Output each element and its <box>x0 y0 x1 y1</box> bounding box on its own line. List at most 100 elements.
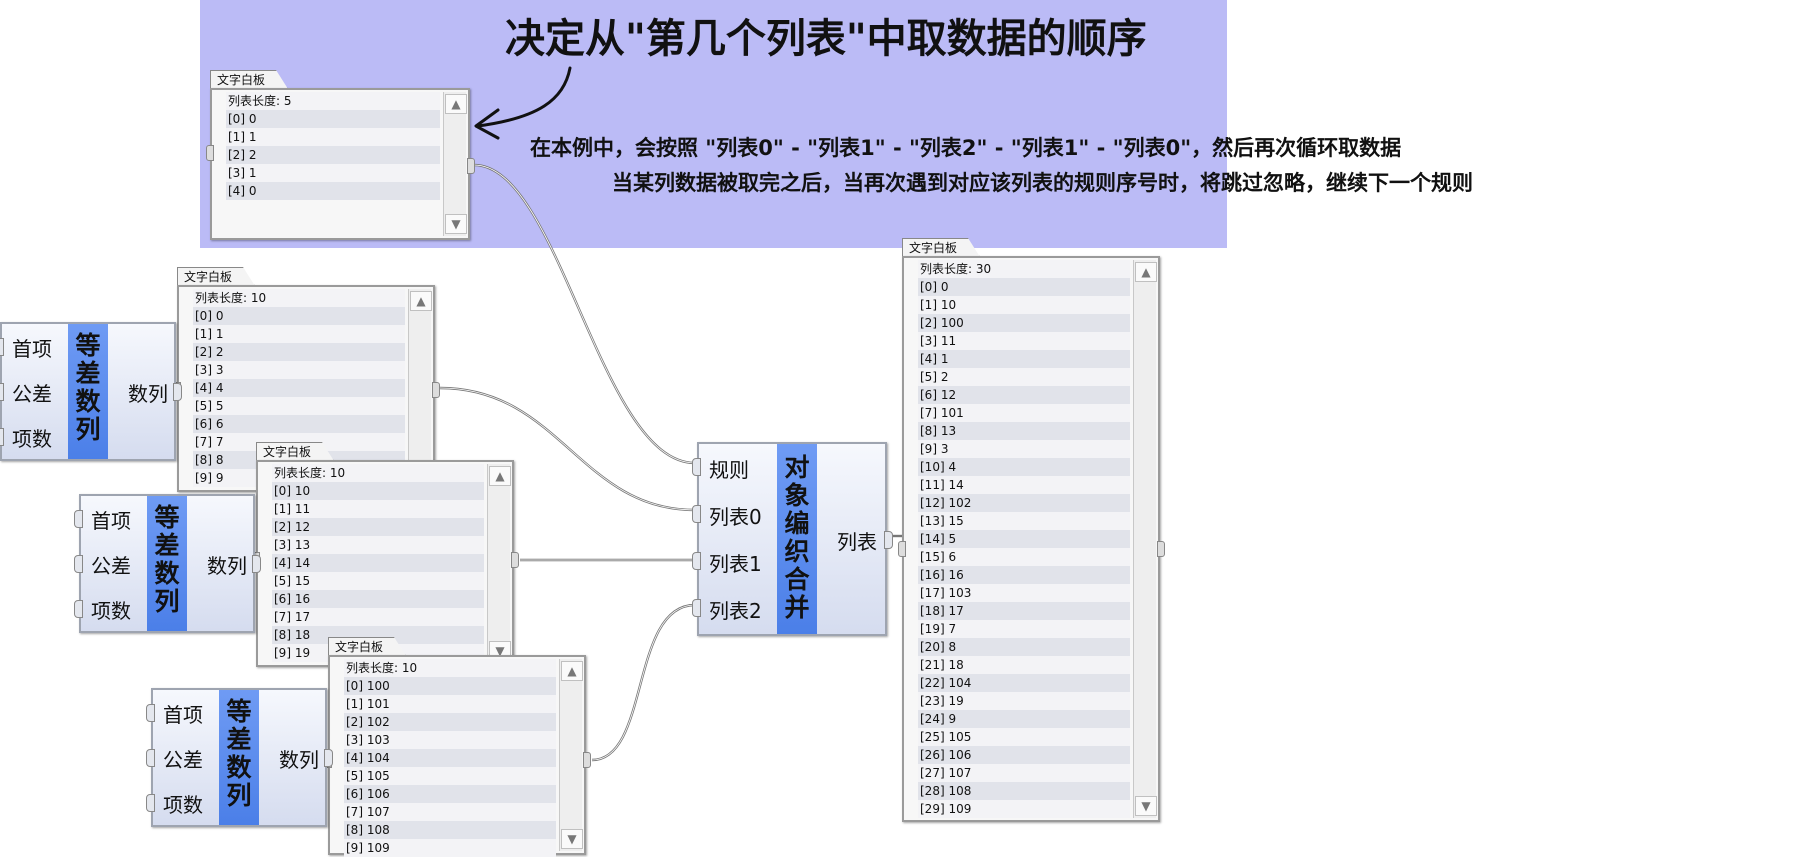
output-port-icon[interactable] <box>583 752 591 768</box>
output-port-icon[interactable] <box>467 158 475 174</box>
input-port-icon[interactable] <box>74 510 83 528</box>
list2-text-panel[interactable]: 文字白板 列表长度: 10 [0] 100 [1] 101 [2] 102 [3] 10… <box>324 637 591 857</box>
list-item: [2] 12 <box>272 518 484 536</box>
panel-tab: 文字白板 <box>902 238 980 257</box>
block-name-char: 等 <box>226 697 252 726</box>
scroll-up-icon[interactable]: ▲ <box>445 94 467 114</box>
list-item: [21] 18 <box>918 656 1130 674</box>
list-item: [4] 1 <box>918 350 1130 368</box>
list-item: [5] 2 <box>918 368 1130 386</box>
input-port-icon[interactable] <box>0 338 4 356</box>
port-output-sequence: 数列 <box>279 748 319 772</box>
output-port-icon[interactable] <box>884 531 893 549</box>
scrollbar[interactable]: ▲ ▼ <box>443 92 467 236</box>
panel-tab: 文字白板 <box>328 637 406 656</box>
list-length-row: 列表长度: 10 <box>193 289 405 307</box>
list-item: [6] 106 <box>344 785 556 803</box>
scroll-down-icon[interactable]: ▼ <box>561 829 583 849</box>
list-item: [1] 1 <box>193 325 405 343</box>
list-item: [28] 108 <box>918 782 1130 800</box>
block-name-char: 织 <box>784 537 810 566</box>
list-item: [6] 16 <box>272 590 484 608</box>
result-text-panel[interactable]: 文字白板 列表长度: 30 [0] 0 [1] 10 [2] 100 [3] 11 [4]… <box>898 238 1165 822</box>
port-common-difference: 公差 <box>163 748 203 772</box>
list-item: [26] 106 <box>918 746 1130 764</box>
scroll-up-icon[interactable]: ▲ <box>561 661 583 681</box>
input-port-icon[interactable] <box>692 458 701 476</box>
list-item: [0] 10 <box>272 482 484 500</box>
list-item: [2] 102 <box>344 713 556 731</box>
output-port-icon[interactable] <box>1157 541 1165 557</box>
input-port-icon[interactable] <box>146 704 155 722</box>
output-port-icon[interactable] <box>173 383 182 401</box>
input-port-icon[interactable] <box>74 555 83 573</box>
port-term-count: 项数 <box>91 599 131 623</box>
list2-list: 列表长度: 10 [0] 100 [1] 101 [2] 102 [3] 103 [4] … <box>344 659 556 857</box>
scrollbar[interactable]: ▲ ▼ <box>1133 260 1157 818</box>
block-title-bar: 对 象 编 织 合 并 <box>777 444 817 634</box>
scrollbar[interactable]: ▲ ▼ <box>487 464 511 663</box>
input-port-icon[interactable] <box>692 505 701 523</box>
port-rule: 规则 <box>709 458 749 482</box>
port-list0: 列表0 <box>709 505 762 529</box>
list-item: [4] 14 <box>272 554 484 572</box>
scroll-up-icon[interactable]: ▲ <box>410 291 432 311</box>
scroll-up-icon[interactable]: ▲ <box>1135 262 1157 282</box>
port-list2: 列表2 <box>709 599 762 623</box>
output-port-icon[interactable] <box>252 555 261 573</box>
list1-list: 列表长度: 10 [0] 10 [1] 11 [2] 12 [3] 13 [4] 14 [5… <box>272 464 484 662</box>
port-first-term: 首项 <box>12 337 52 361</box>
list-item: [11] 14 <box>918 476 1130 494</box>
rule-text-panel[interactable]: 文字白板 列表长度: 5 [0] 0 [1] 1 [2] 2 [3] 1 [4] 0 ▲ … <box>206 70 475 240</box>
list-length-row: 列表长度: 30 <box>918 260 1130 278</box>
list-item: [1] 10 <box>918 296 1130 314</box>
arithmetic-sequence-block[interactable]: 首项 公差 项数 等 差 数 列 数列 <box>146 688 333 827</box>
panel-tab: 文字白板 <box>256 442 334 461</box>
result-list: 列表长度: 30 [0] 0 [1] 10 [2] 100 [3] 11 [4] 1 [5]… <box>918 260 1130 818</box>
port-term-count: 项数 <box>12 427 52 451</box>
output-port-icon[interactable] <box>432 382 440 398</box>
list-item: [14] 5 <box>918 530 1130 548</box>
list-length-row: 列表长度: 10 <box>344 659 556 677</box>
input-port-icon[interactable] <box>146 749 155 767</box>
input-port-icon[interactable] <box>0 383 4 401</box>
input-port-icon[interactable] <box>692 552 701 570</box>
block-name-char: 对 <box>784 453 810 482</box>
input-port-icon[interactable] <box>206 145 214 161</box>
block-name-char: 象 <box>784 481 810 510</box>
list-item: [12] 102 <box>918 494 1130 512</box>
list1-text-panel[interactable]: 文字白板 列表长度: 10 [0] 10 [1] 11 [2] 12 [3] 13 [4]… <box>252 442 519 667</box>
object-weave-merge-block[interactable]: 规则 列表0 列表1 列表2 对 象 编 织 合 并 列表 <box>692 442 893 636</box>
block-name-char: 数 <box>154 559 180 588</box>
input-port-icon[interactable] <box>146 794 155 812</box>
list-item: [3] 1 <box>226 164 440 182</box>
list-item: [1] 11 <box>272 500 484 518</box>
input-port-icon[interactable] <box>898 541 906 557</box>
scroll-down-icon[interactable]: ▼ <box>1135 796 1157 816</box>
block-name-char: 列 <box>75 415 101 444</box>
list-item: [5] 15 <box>272 572 484 590</box>
list-item: [3] 11 <box>918 332 1130 350</box>
list-item: [9] 109 <box>344 839 556 857</box>
block-title-bar: 等 差 数 列 <box>68 324 108 459</box>
wire-rule <box>473 163 696 465</box>
list-item: [4] 104 <box>344 749 556 767</box>
input-port-icon[interactable] <box>692 599 701 617</box>
arithmetic-sequence-block[interactable]: 首项 公差 项数 等 差 数 列 数列 <box>0 322 182 461</box>
output-port-icon[interactable] <box>324 749 333 767</box>
panel-tab: 文字白板 <box>177 267 255 286</box>
block-name-char: 编 <box>784 509 810 538</box>
list-item: [25] 105 <box>918 728 1130 746</box>
rule-list: 列表长度: 5 [0] 0 [1] 1 [2] 2 [3] 1 [4] 0 <box>226 92 440 200</box>
scroll-up-icon[interactable]: ▲ <box>489 466 511 486</box>
arithmetic-sequence-block[interactable]: 首项 公差 项数 等 差 数 列 数列 <box>74 494 261 633</box>
input-port-icon[interactable] <box>74 600 83 618</box>
scrollbar[interactable]: ▲ ▼ <box>559 659 583 851</box>
block-name-char: 列 <box>154 587 180 616</box>
block-name-char: 差 <box>154 531 180 560</box>
port-output-sequence: 数列 <box>128 382 168 406</box>
input-port-icon[interactable] <box>0 428 4 446</box>
list-item: [3] 103 <box>344 731 556 749</box>
scroll-down-icon[interactable]: ▼ <box>445 214 467 234</box>
output-port-icon[interactable] <box>511 552 519 568</box>
